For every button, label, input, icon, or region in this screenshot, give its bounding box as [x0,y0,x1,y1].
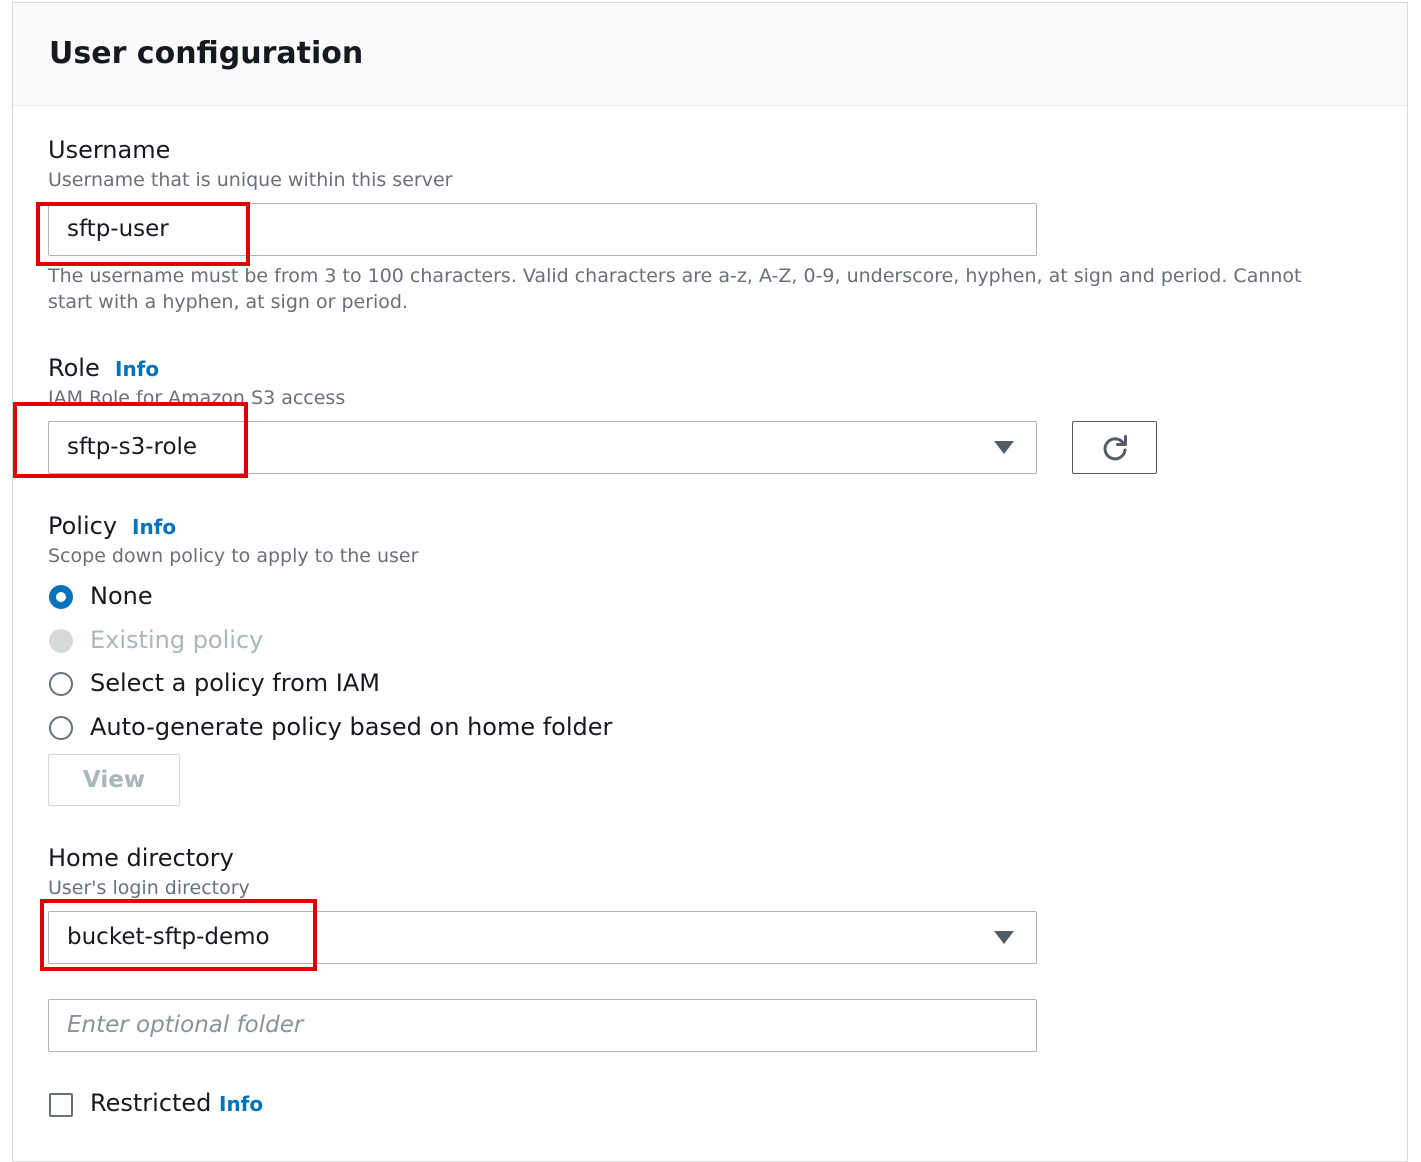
home-directory-select-value: bucket-sftp-demo [67,924,270,950]
policy-radio-select-iam[interactable] [49,672,73,696]
restricted-info-link[interactable]: Info [219,1089,263,1119]
optional-folder-input[interactable]: Enter optional folder [48,999,1037,1052]
policy-option-auto-generate-label: Auto-generate policy based on home folde… [90,713,613,741]
restricted-label: Restricted [90,1089,212,1117]
username-input-value: sftp-user [67,216,169,242]
panel-title: User configuration [49,36,364,71]
refresh-icon [1103,435,1127,461]
policy-info-link[interactable]: Info [132,512,176,542]
caret-down-icon [994,931,1014,944]
username-input[interactable]: sftp-user [48,203,1037,256]
restricted-checkbox[interactable] [49,1093,73,1117]
username-description: Username that is unique within this serv… [48,169,453,191]
home-directory-select[interactable]: bucket-sftp-demo [48,911,1037,964]
view-policy-button: View [48,754,180,806]
policy-label: Policy [48,512,118,540]
role-label: Role [48,354,100,382]
refresh-roles-button[interactable] [1072,421,1157,474]
policy-option-select-iam-label: Select a policy from IAM [90,669,380,697]
username-label: Username [48,136,171,164]
username-hint: The username must be from 3 to 100 chara… [48,265,1302,313]
optional-folder-placeholder: Enter optional folder [67,1012,304,1038]
policy-radio-auto-generate[interactable] [49,716,73,740]
policy-radio-existing [49,629,73,653]
home-directory-label: Home directory [48,844,234,872]
policy-option-existing-label: Existing policy [90,626,264,654]
home-directory-description: User's login directory [48,877,250,899]
role-description: IAM Role for Amazon S3 access [48,387,346,409]
role-select[interactable]: sftp-s3-role [48,421,1037,474]
panel-header: User configuration [13,3,1407,106]
policy-description: Scope down policy to apply to the user [48,545,419,567]
role-info-link[interactable]: Info [115,354,159,384]
role-select-value: sftp-s3-role [67,434,198,460]
policy-option-none-label: None [90,582,153,610]
caret-down-icon [994,441,1014,454]
policy-radio-none[interactable] [49,585,73,609]
